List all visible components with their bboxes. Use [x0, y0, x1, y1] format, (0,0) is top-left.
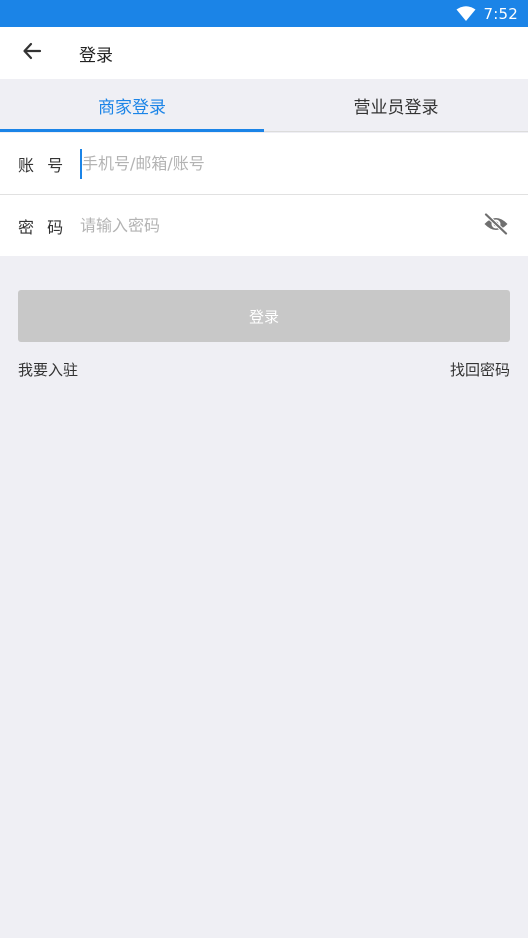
arrow-left-icon: [22, 41, 42, 65]
password-label: 密 码: [18, 217, 68, 237]
password-input[interactable]: [80, 210, 470, 241]
register-link[interactable]: 我要入驻: [18, 359, 78, 380]
forgot-password-link[interactable]: 找回密码: [450, 359, 510, 380]
wifi-icon: [456, 5, 476, 22]
account-label: 账 号: [18, 155, 68, 175]
status-time: 7:52: [483, 4, 518, 23]
status-bar: 7:52: [0, 0, 528, 27]
password-row: 密 码: [0, 195, 528, 256]
auth-links: 我要入驻 找回密码: [18, 359, 510, 380]
login-type-tabs: 商家登录 营业员登录: [0, 79, 528, 132]
eye-off-icon: [483, 212, 509, 239]
login-button[interactable]: 登录: [18, 290, 510, 342]
login-form: 账 号 密 码: [0, 133, 528, 256]
tab-staff-login[interactable]: 营业员登录: [264, 79, 528, 131]
password-visibility-toggle[interactable]: [482, 212, 510, 240]
account-input[interactable]: [80, 148, 516, 179]
app-bar: 登录: [0, 27, 528, 79]
tab-merchant-login[interactable]: 商家登录: [0, 79, 264, 132]
account-row: 账 号: [0, 133, 528, 195]
page-title: 登录: [79, 45, 113, 66]
back-button[interactable]: [17, 38, 47, 68]
